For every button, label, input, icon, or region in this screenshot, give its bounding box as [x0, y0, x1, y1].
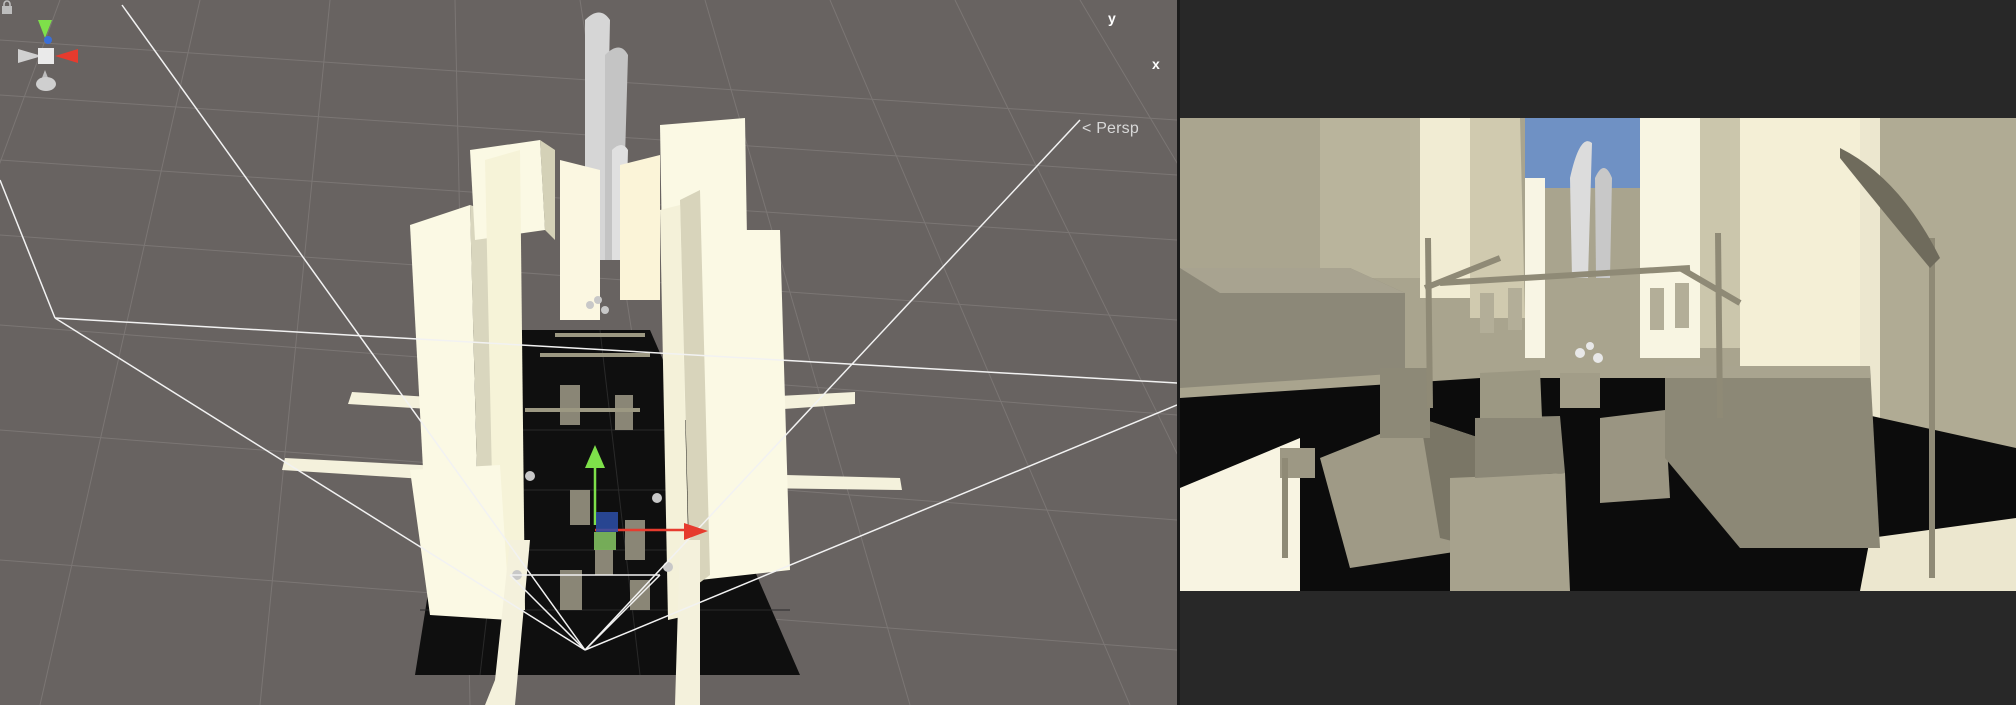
- gizmo-x-label: x: [1152, 56, 1160, 72]
- game-render: [1180, 118, 2016, 591]
- projection-toggle[interactable]: < Persp: [1082, 120, 1139, 138]
- gizmo-y-cone: [38, 20, 52, 38]
- gizmo-z-dot: [44, 36, 52, 44]
- scene-viewport[interactable]: [0, 0, 1177, 705]
- gizmo-y-label: y: [1108, 10, 1116, 26]
- orientation-gizmo[interactable]: [0, 0, 100, 95]
- lock-icon[interactable]: [0, 0, 14, 14]
- game-viewport: [1180, 118, 2016, 591]
- move-gizmo-xy-plane: [596, 512, 618, 532]
- gizmo-center-cube: [38, 48, 54, 64]
- gizmo-x-cone: [55, 49, 78, 63]
- move-gizmo-xz-plane: [594, 532, 616, 550]
- scene-view[interactable]: y x < Persp: [0, 0, 1177, 705]
